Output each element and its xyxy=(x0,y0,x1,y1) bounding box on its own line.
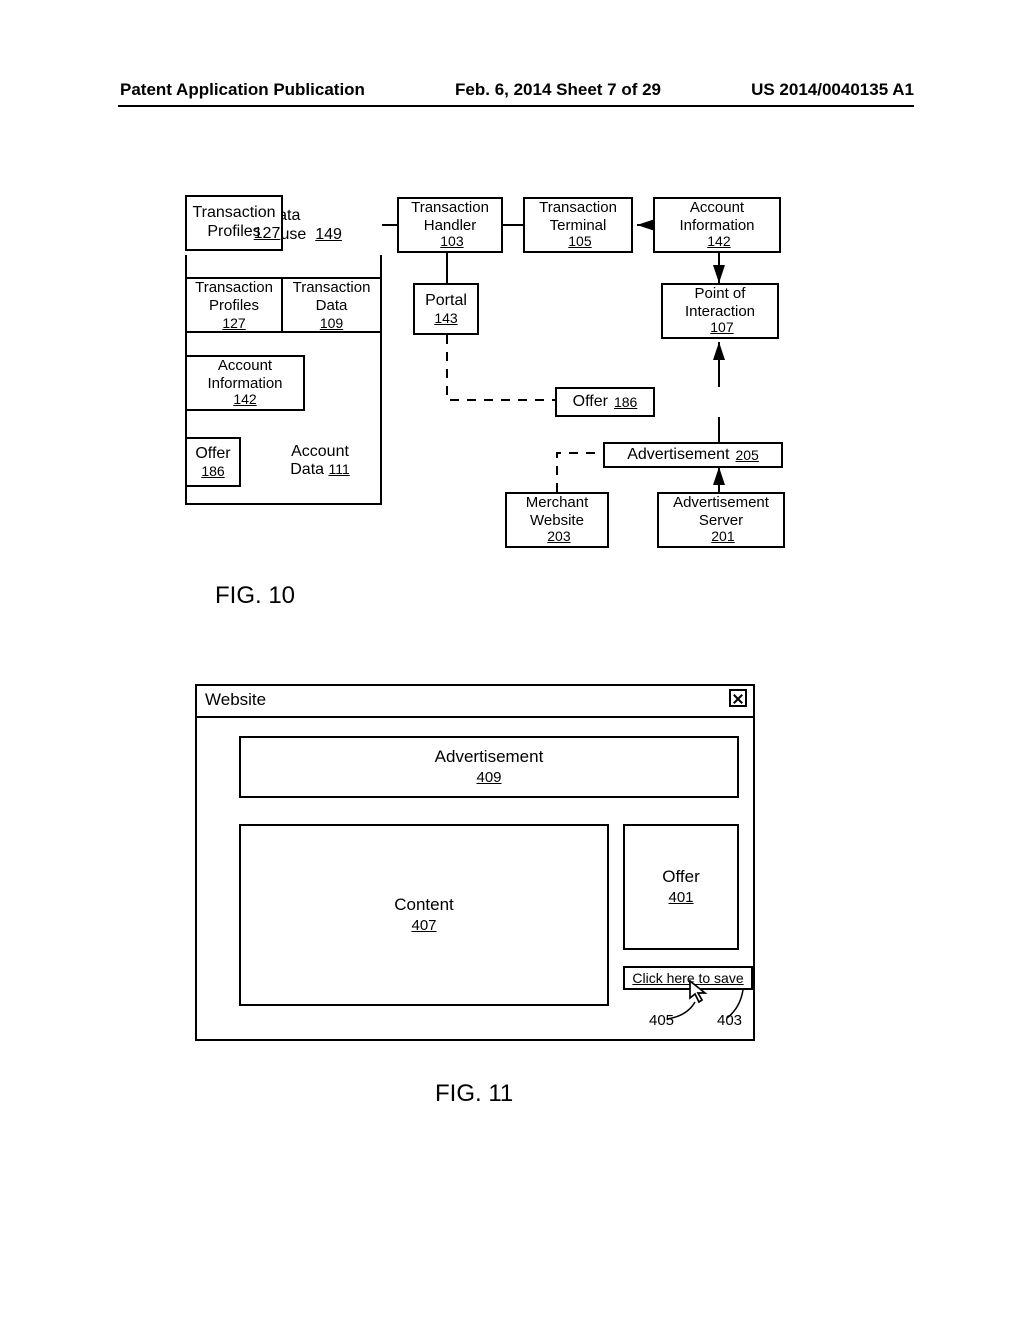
account-data-label: Account Data 111 xyxy=(275,443,365,479)
advertisement-mid-box: Advertisement 205 xyxy=(603,442,783,468)
header-right: US 2014/0040135 A1 xyxy=(751,80,914,100)
header-rule xyxy=(118,105,914,107)
transaction-profiles-box: Transaction Profiles 127 xyxy=(185,195,283,251)
transaction-profiles-cell: Transaction Profiles 127 xyxy=(185,277,283,333)
account-info-right: Account Information 142 xyxy=(653,197,781,253)
header-left: Patent Application Publication xyxy=(120,80,365,100)
advertisement-server-box: Advertisement Server 201 xyxy=(657,492,785,548)
portal-box: Portal 143 xyxy=(413,283,479,335)
offer-left-box: Offer 186 xyxy=(185,437,241,487)
offer-mid-box: Offer 186 xyxy=(555,387,655,417)
cursor-ref-num: 405 xyxy=(649,1012,674,1029)
transaction-data-cell: Transaction Data 109 xyxy=(281,277,382,333)
link-ref-num: 403 xyxy=(717,1012,742,1029)
header-mid: Feb. 6, 2014 Sheet 7 of 29 xyxy=(455,80,661,100)
transaction-terminal: Transaction Terminal 105 xyxy=(523,197,633,253)
data-warehouse-num: 149 xyxy=(315,226,342,243)
figure-10: Data Warehouse 149 Transaction Profiles … xyxy=(185,195,805,575)
point-of-interaction-box: Point of Interaction 107 xyxy=(661,283,779,339)
merchant-website-box: Merchant Website 203 xyxy=(505,492,609,548)
transaction-handler: Transaction Handler 103 xyxy=(397,197,503,253)
transaction-profiles-num: 127 xyxy=(254,224,281,243)
fig10-caption: FIG. 10 xyxy=(215,582,295,610)
fig11-leaders xyxy=(197,686,757,1046)
fig11-caption: FIG. 11 xyxy=(435,1080,513,1108)
figure-11-window: Website Advertisement 409 Content 407 Of… xyxy=(195,684,755,1041)
page-header: Patent Application Publication Feb. 6, 2… xyxy=(0,80,1024,100)
account-info-left-box: Account Information 142 xyxy=(185,355,305,411)
